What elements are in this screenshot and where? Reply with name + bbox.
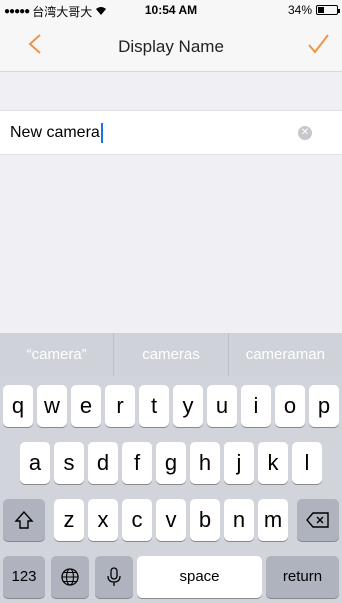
key-v[interactable]: v (156, 499, 186, 541)
predictive-bar: “camera” cameras cameraman (0, 333, 342, 376)
display-name-screen: ●●●●● 台湾大哥大 10:54 AM 34% Display Name Ne… (0, 0, 342, 603)
key-r[interactable]: r (105, 385, 135, 427)
key-t[interactable]: t (139, 385, 169, 427)
key-c[interactable]: c (122, 499, 152, 541)
close-icon: ✕ (300, 127, 310, 138)
key-x[interactable]: x (88, 499, 118, 541)
display-name-input[interactable]: New camera (10, 111, 103, 154)
prediction-2[interactable]: cameras (114, 333, 229, 376)
key-row-3: z x c v b n m (0, 499, 342, 541)
key-g[interactable]: g (156, 442, 186, 484)
key-h[interactable]: h (190, 442, 220, 484)
prediction-3[interactable]: cameraman (229, 333, 342, 376)
globe-key[interactable] (51, 556, 89, 598)
backspace-icon (306, 512, 329, 528)
key-row-2: a s d f g h j k l (0, 442, 342, 484)
globe-icon (61, 568, 79, 586)
key-q[interactable]: q (3, 385, 33, 427)
key-u[interactable]: u (207, 385, 237, 427)
battery-icon (316, 5, 340, 15)
return-key[interactable]: return (266, 556, 339, 598)
space-key[interactable]: space (137, 556, 262, 598)
keyboard: “camera” cameras cameraman q w e r t y u… (0, 333, 342, 603)
shift-icon (14, 510, 34, 529)
key-row-1: q w e r t y u i o p (0, 385, 342, 427)
status-bar: ●●●●● 台湾大哥大 10:54 AM 34% (0, 0, 342, 20)
key-row-4: 123 space return (0, 556, 342, 598)
checkmark-icon (308, 34, 329, 54)
battery-fill (318, 7, 324, 13)
key-i[interactable]: i (241, 385, 271, 427)
done-button[interactable] (306, 32, 330, 56)
backspace-key[interactable] (297, 499, 339, 541)
key-k[interactable]: k (258, 442, 288, 484)
key-l[interactable]: l (292, 442, 322, 484)
key-s[interactable]: s (54, 442, 84, 484)
key-y[interactable]: y (173, 385, 203, 427)
key-z[interactable]: z (54, 499, 84, 541)
dictation-key[interactable] (95, 556, 133, 598)
key-a[interactable]: a (20, 442, 50, 484)
status-right: 34% (287, 3, 340, 17)
key-f[interactable]: f (122, 442, 152, 484)
page-title: Display Name (118, 37, 224, 56)
clear-text-button[interactable]: ✕ (298, 126, 312, 140)
navigation-bar: Display Name (0, 20, 342, 72)
key-d[interactable]: d (88, 442, 118, 484)
shift-key[interactable] (3, 499, 45, 541)
numbers-key[interactable]: 123 (3, 556, 45, 598)
prediction-1[interactable]: “camera” (0, 333, 115, 376)
display-name-value: New camera (10, 124, 100, 141)
key-w[interactable]: w (37, 385, 67, 427)
display-name-row: New camera ✕ (0, 110, 342, 155)
key-j[interactable]: j (224, 442, 254, 484)
key-e[interactable]: e (71, 385, 101, 427)
battery-percent: 34% (287, 3, 312, 17)
key-m[interactable]: m (258, 499, 288, 541)
key-o[interactable]: o (275, 385, 305, 427)
microphone-icon (107, 567, 121, 586)
key-p[interactable]: p (309, 385, 339, 427)
key-b[interactable]: b (190, 499, 220, 541)
text-cursor (100, 122, 103, 143)
key-n[interactable]: n (224, 499, 254, 541)
